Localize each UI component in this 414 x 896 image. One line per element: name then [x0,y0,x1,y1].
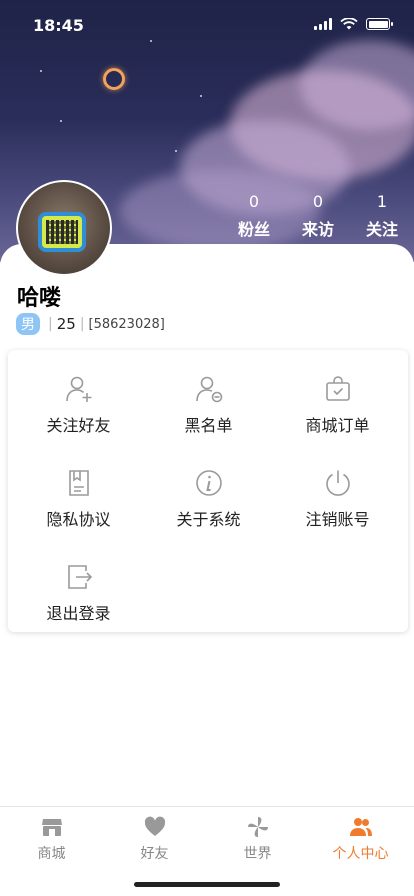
info-icon [195,470,222,496]
battery-icon [366,18,393,30]
tab-label: 商城 [37,846,66,862]
wifi-icon [340,18,358,30]
tab-label: 好友 [140,846,169,862]
user-age: 25 [56,315,76,333]
stat-label: 关注 [365,220,398,239]
stat-value: 1 [376,192,388,211]
menu-item-follow-friends[interactable]: 关注好友 [12,374,145,436]
stat-visitors[interactable]: 0 来访 [286,192,350,240]
document-icon [68,470,89,496]
smartwatch-photo [38,212,86,252]
menu-label: 退出登录 [46,604,111,623]
block-user-icon [195,376,222,403]
pinwheel-icon [247,817,268,837]
menu-label: 黑名单 [184,416,233,435]
menu-item-mall-orders[interactable]: 商城订单 [271,374,404,436]
menu-item-logout[interactable]: 退出登录 [12,562,145,624]
stat-fans[interactable]: 0 粉丝 [222,192,286,240]
shopping-bag-icon [325,376,350,401]
heart-icon [144,816,165,836]
user-meta: 男 | 25 | [58623028] [16,313,165,335]
tab-world[interactable]: 世界 [206,815,309,863]
menu-item-privacy-policy[interactable]: 隐私协议 [12,468,145,530]
stat-label: 来访 [301,220,334,239]
menu-label: 关于系统 [176,510,241,529]
divider: | [79,316,85,332]
cellular-signal-icon [314,18,332,30]
menu-item-about-system[interactable]: 关于系统 [142,468,275,530]
stat-value: 0 [312,192,324,211]
user-id: [58623028] [88,316,165,332]
menu-item-blacklist[interactable]: 黑名单 [142,374,275,436]
tab-label: 世界 [243,846,272,862]
add-user-icon [65,376,91,402]
menu-label: 隐私协议 [46,510,111,529]
divider: | [48,316,53,332]
menu-label: 注销账号 [305,510,370,529]
stat-value: 0 [248,192,260,211]
stat-label: 粉丝 [237,220,270,239]
stat-following[interactable]: 1 关注 [350,192,414,240]
gender-badge: 男 [16,313,40,335]
avatar[interactable] [16,180,112,276]
logout-icon [67,565,92,589]
menu-item-delete-account[interactable]: 注销账号 [271,468,404,530]
status-bar: 18:45 [0,0,414,52]
tab-mall[interactable]: 商城 [0,815,103,863]
moon-decoration [103,68,125,90]
power-icon [325,470,350,496]
tab-label: 个人中心 [332,846,389,862]
status-time: 18:45 [33,16,84,35]
user-nickname: 哈喽 [17,286,62,311]
tab-personal-center[interactable]: 个人中心 [309,815,412,863]
profile-stats: 0 粉丝 0 来访 1 关注 [222,192,414,240]
people-icon [349,818,372,836]
menu-label: 关注好友 [46,416,111,435]
menu-label: 商城订单 [305,416,370,435]
tab-friends[interactable]: 好友 [103,815,206,863]
home-indicator [134,882,280,887]
store-icon [41,819,62,836]
menu-card: 关注好友 黑名单 商城订单 隐私协议 关于系统 注销账号 退出登录 [8,350,408,632]
